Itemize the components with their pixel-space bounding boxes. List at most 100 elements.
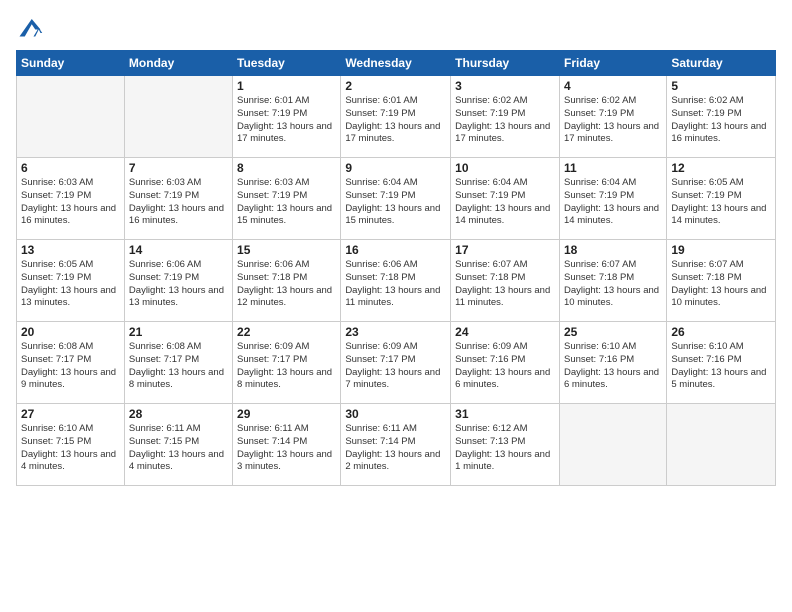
day-number: 14 <box>129 243 228 257</box>
day-info: Sunrise: 6:08 AM Sunset: 7:17 PM Dayligh… <box>129 341 228 392</box>
calendar-cell <box>17 76 125 158</box>
calendar-cell: 23Sunrise: 6:09 AM Sunset: 7:17 PM Dayli… <box>341 322 451 404</box>
calendar-cell: 12 Sunrise: 6:05 AM Sunset: 7:19 PM Dayli… <box>667 158 776 240</box>
day-number: 3 <box>455 79 555 93</box>
day-number: 21 <box>129 325 228 339</box>
weekday-header: Tuesday <box>233 51 341 76</box>
calendar-week-row: 1 Sunrise: 6:01 AM Sunset: 7:19 PM Daylig… <box>17 76 776 158</box>
calendar-cell: 19 Sunrise: 6:07 AM Sunset: 7:18 PM Dayli… <box>667 240 776 322</box>
day-number: 9 <box>345 161 446 175</box>
day-number: 23 <box>345 325 446 339</box>
day-info: Sunrise: 6:06 AM Sunset: 7:19 PM Dayligh… <box>129 259 228 310</box>
calendar-cell: 8 Sunrise: 6:03 AM Sunset: 7:19 PM Daylig… <box>233 158 341 240</box>
day-number: 4 <box>564 79 662 93</box>
calendar-cell: 16Sunrise: 6:06 AM Sunset: 7:18 PM Dayli… <box>341 240 451 322</box>
day-info: Sunrise: 6:03 AM Sunset: 7:19 PM Dayligh… <box>237 177 336 228</box>
day-info: Sunrise: 6:03 AM Sunset: 7:19 PM Dayligh… <box>21 177 120 228</box>
calendar-cell <box>667 404 776 486</box>
day-number: 6 <box>21 161 120 175</box>
calendar-cell: 18 Sunrise: 6:07 AM Sunset: 7:18 PM Dayli… <box>559 240 666 322</box>
calendar-cell: 27 Sunrise: 6:10 AM Sunset: 7:15 PM Dayli… <box>17 404 125 486</box>
calendar-cell: 14 Sunrise: 6:06 AM Sunset: 7:19 PM Dayli… <box>124 240 232 322</box>
calendar-cell: 13Sunrise: 6:05 AM Sunset: 7:19 PM Dayli… <box>17 240 125 322</box>
day-info: Sunrise: 6:01 AM Sunset: 7:19 PM Dayligh… <box>345 95 446 146</box>
calendar-cell: 5 Sunrise: 6:02 AM Sunset: 7:19 PM Daylig… <box>667 76 776 158</box>
page: SundayMondayTuesdayWednesdayThursdayFrid… <box>0 0 792 612</box>
day-number: 27 <box>21 407 120 421</box>
day-info: Sunrise: 6:04 AM Sunset: 7:19 PM Dayligh… <box>345 177 446 228</box>
calendar-cell: 6 Sunrise: 6:03 AM Sunset: 7:19 PM Daylig… <box>17 158 125 240</box>
day-number: 2 <box>345 79 446 93</box>
calendar-cell: 21 Sunrise: 6:08 AM Sunset: 7:17 PM Dayli… <box>124 322 232 404</box>
calendar-cell: 28Sunrise: 6:11 AM Sunset: 7:15 PM Dayli… <box>124 404 232 486</box>
calendar-cell <box>559 404 666 486</box>
day-number: 20 <box>21 325 120 339</box>
calendar-cell: 22 Sunrise: 6:09 AM Sunset: 7:17 PM Dayli… <box>233 322 341 404</box>
calendar-cell: 1 Sunrise: 6:01 AM Sunset: 7:19 PM Daylig… <box>233 76 341 158</box>
day-number: 12 <box>671 161 771 175</box>
calendar-week-row: 27 Sunrise: 6:10 AM Sunset: 7:15 PM Dayli… <box>17 404 776 486</box>
logo-icon <box>16 12 44 40</box>
day-number: 22 <box>237 325 336 339</box>
calendar-cell: 15 Sunrise: 6:06 AM Sunset: 7:18 PM Dayli… <box>233 240 341 322</box>
calendar-cell <box>124 76 232 158</box>
day-info: Sunrise: 6:07 AM Sunset: 7:18 PM Dayligh… <box>564 259 662 310</box>
day-info: Sunrise: 6:02 AM Sunset: 7:19 PM Dayligh… <box>455 95 555 146</box>
calendar-cell: 3 Sunrise: 6:02 AM Sunset: 7:19 PM Daylig… <box>451 76 560 158</box>
day-info: Sunrise: 6:08 AM Sunset: 7:17 PM Dayligh… <box>21 341 120 392</box>
day-info: Sunrise: 6:10 AM Sunset: 7:15 PM Dayligh… <box>21 423 120 474</box>
day-number: 11 <box>564 161 662 175</box>
day-info: Sunrise: 6:02 AM Sunset: 7:19 PM Dayligh… <box>564 95 662 146</box>
header <box>16 12 776 40</box>
calendar-cell: 20 Sunrise: 6:08 AM Sunset: 7:17 PM Dayli… <box>17 322 125 404</box>
day-number: 8 <box>237 161 336 175</box>
calendar-cell: 17Sunrise: 6:07 AM Sunset: 7:18 PM Dayli… <box>451 240 560 322</box>
day-info: Sunrise: 6:09 AM Sunset: 7:16 PM Dayligh… <box>455 341 555 392</box>
day-number: 25 <box>564 325 662 339</box>
day-info: Sunrise: 6:06 AM Sunset: 7:18 PM Dayligh… <box>237 259 336 310</box>
calendar-cell: 4 Sunrise: 6:02 AM Sunset: 7:19 PM Daylig… <box>559 76 666 158</box>
calendar-cell: 10Sunrise: 6:04 AM Sunset: 7:19 PM Dayli… <box>451 158 560 240</box>
calendar-cell: 9 Sunrise: 6:04 AM Sunset: 7:19 PM Daylig… <box>341 158 451 240</box>
weekday-header: Monday <box>124 51 232 76</box>
calendar-cell: 30Sunrise: 6:11 AM Sunset: 7:14 PM Dayli… <box>341 404 451 486</box>
day-info: Sunrise: 6:12 AM Sunset: 7:13 PM Dayligh… <box>455 423 555 474</box>
day-info: Sunrise: 6:11 AM Sunset: 7:15 PM Dayligh… <box>129 423 228 474</box>
weekday-header: Thursday <box>451 51 560 76</box>
day-number: 5 <box>671 79 771 93</box>
day-info: Sunrise: 6:05 AM Sunset: 7:19 PM Dayligh… <box>21 259 120 310</box>
day-number: 31 <box>455 407 555 421</box>
calendar-cell: 25Sunrise: 6:10 AM Sunset: 7:16 PM Dayli… <box>559 322 666 404</box>
calendar-cell: 7 Sunrise: 6:03 AM Sunset: 7:19 PM Daylig… <box>124 158 232 240</box>
day-info: Sunrise: 6:10 AM Sunset: 7:16 PM Dayligh… <box>671 341 771 392</box>
day-info: Sunrise: 6:02 AM Sunset: 7:19 PM Dayligh… <box>671 95 771 146</box>
day-number: 19 <box>671 243 771 257</box>
day-info: Sunrise: 6:11 AM Sunset: 7:14 PM Dayligh… <box>237 423 336 474</box>
day-number: 15 <box>237 243 336 257</box>
day-info: Sunrise: 6:11 AM Sunset: 7:14 PM Dayligh… <box>345 423 446 474</box>
calendar-week-row: 13Sunrise: 6:05 AM Sunset: 7:19 PM Dayli… <box>17 240 776 322</box>
day-info: Sunrise: 6:04 AM Sunset: 7:19 PM Dayligh… <box>564 177 662 228</box>
weekday-header: Wednesday <box>341 51 451 76</box>
calendar-cell: 26Sunrise: 6:10 AM Sunset: 7:16 PM Dayli… <box>667 322 776 404</box>
day-number: 1 <box>237 79 336 93</box>
day-info: Sunrise: 6:07 AM Sunset: 7:18 PM Dayligh… <box>671 259 771 310</box>
day-info: Sunrise: 6:06 AM Sunset: 7:18 PM Dayligh… <box>345 259 446 310</box>
day-info: Sunrise: 6:05 AM Sunset: 7:19 PM Dayligh… <box>671 177 771 228</box>
day-info: Sunrise: 6:09 AM Sunset: 7:17 PM Dayligh… <box>237 341 336 392</box>
day-info: Sunrise: 6:03 AM Sunset: 7:19 PM Dayligh… <box>129 177 228 228</box>
day-number: 18 <box>564 243 662 257</box>
calendar-table: SundayMondayTuesdayWednesdayThursdayFrid… <box>16 50 776 486</box>
calendar-week-row: 20 Sunrise: 6:08 AM Sunset: 7:17 PM Dayli… <box>17 322 776 404</box>
calendar-cell: 31 Sunrise: 6:12 AM Sunset: 7:13 PM Dayli… <box>451 404 560 486</box>
calendar-cell: 29Sunrise: 6:11 AM Sunset: 7:14 PM Dayli… <box>233 404 341 486</box>
calendar-cell: 24 Sunrise: 6:09 AM Sunset: 7:16 PM Dayli… <box>451 322 560 404</box>
day-info: Sunrise: 6:01 AM Sunset: 7:19 PM Dayligh… <box>237 95 336 146</box>
day-number: 7 <box>129 161 228 175</box>
weekday-header: Sunday <box>17 51 125 76</box>
logo <box>16 12 48 40</box>
day-number: 24 <box>455 325 555 339</box>
calendar-cell: 11 Sunrise: 6:04 AM Sunset: 7:19 PM Dayli… <box>559 158 666 240</box>
day-info: Sunrise: 6:04 AM Sunset: 7:19 PM Dayligh… <box>455 177 555 228</box>
day-info: Sunrise: 6:07 AM Sunset: 7:18 PM Dayligh… <box>455 259 555 310</box>
